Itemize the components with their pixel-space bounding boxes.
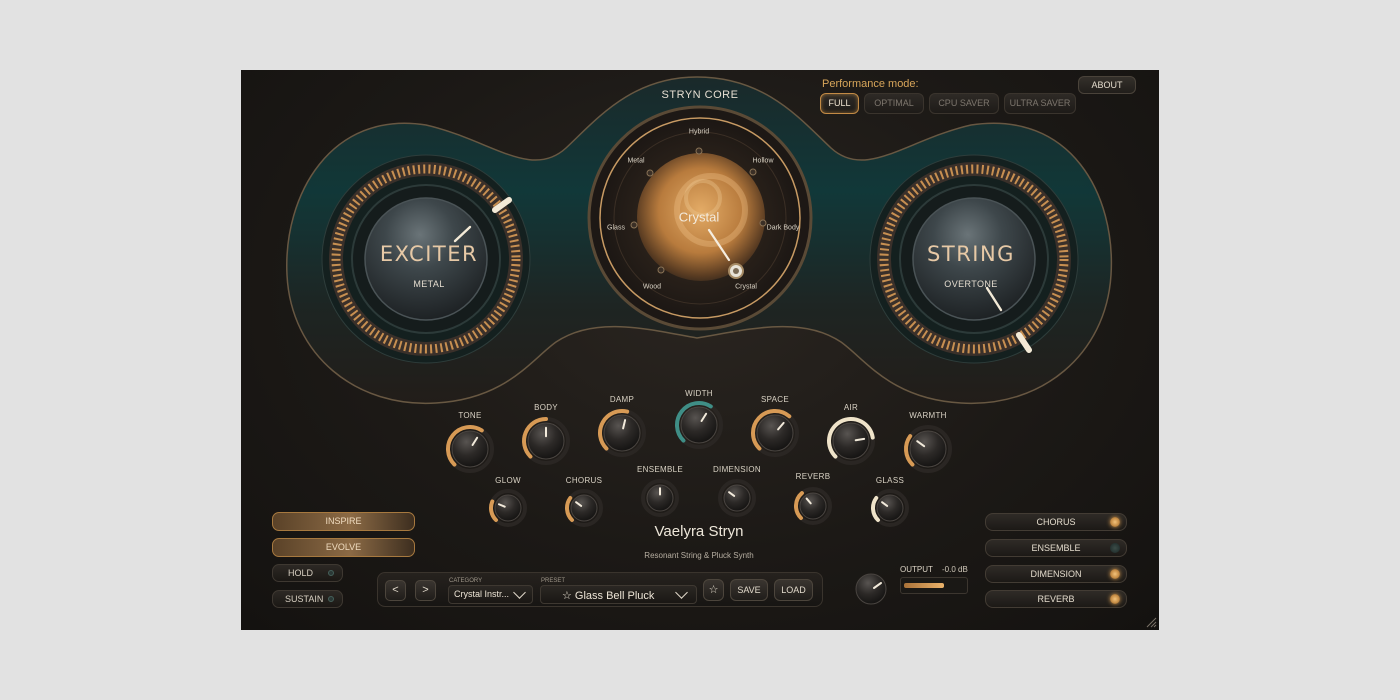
fx-ensemble-led — [1110, 543, 1120, 553]
fx-ensemble-label: ENSEMBLE — [1031, 543, 1081, 553]
knob-ensemble[interactable] — [640, 478, 680, 518]
favorite-star-icon[interactable]: ☆ — [703, 579, 724, 601]
string-title: STRING — [927, 242, 1015, 266]
sustain-button[interactable]: SUSTAIN — [272, 590, 343, 608]
preset-bar: < > CATEGORY Crystal Instr... PRESET ☆ G… — [377, 572, 823, 607]
knob-reverb[interactable] — [793, 486, 833, 526]
knob-warmth[interactable] — [903, 424, 953, 474]
output-label: OUTPUT — [900, 565, 933, 574]
hold-label: HOLD — [288, 568, 314, 578]
knob-label-damp: DAMP — [609, 395, 635, 404]
core-title: STRYN CORE — [661, 89, 739, 101]
category-value: Crystal Instr... — [454, 589, 510, 599]
fx-dimension-toggle[interactable]: DIMENSION — [985, 565, 1127, 583]
category-caption: CATEGORY — [449, 578, 483, 584]
fx-dimension-led — [1110, 569, 1120, 579]
exciter-title: EXCITER — [379, 242, 479, 266]
hold-indicator — [328, 570, 334, 576]
fx-chorus-label: CHORUS — [1036, 517, 1076, 527]
fx-chorus-led — [1110, 517, 1120, 527]
core-node-dark-body[interactable]: Dark Body — [767, 225, 800, 232]
resize-grip-icon[interactable] — [1145, 616, 1157, 628]
plugin-window: STRYN CORE Crystal Hybrid Hollow Dark Bo… — [241, 70, 1159, 630]
knob-label-width: WIDTH — [685, 389, 713, 398]
chevron-down-icon — [513, 586, 526, 599]
fx-dimension-label: DIMENSION — [1030, 569, 1082, 579]
inspire-button[interactable]: INSPIRE — [272, 512, 415, 531]
knob-pointer-air — [854, 437, 866, 442]
knob-damp[interactable] — [597, 408, 647, 458]
core-node-crystal[interactable]: Crystal — [735, 284, 757, 291]
knob-chorus[interactable] — [564, 488, 604, 528]
output-meter-fill — [904, 583, 944, 588]
knob-width[interactable] — [674, 400, 724, 450]
fx-reverb-led — [1110, 594, 1120, 604]
preset-value: ☆ Glass Bell Pluck — [562, 590, 655, 602]
knob-glass[interactable] — [870, 488, 910, 528]
knob-label-air: AIR — [843, 403, 859, 412]
knob-glow[interactable] — [488, 488, 528, 528]
knob-label-reverb: REVERB — [795, 472, 831, 481]
knob-label-warmth: WARMTH — [909, 411, 947, 420]
core-node-metal[interactable]: Metal — [627, 158, 644, 165]
string-value: OVERTONE — [944, 279, 998, 289]
prev-preset-button[interactable]: < — [385, 580, 406, 601]
product-subtitle: Resonant String & Pluck Synth — [644, 551, 754, 560]
fx-chorus-toggle[interactable]: CHORUS — [985, 513, 1127, 531]
knob-body[interactable] — [521, 416, 571, 466]
knob-label-ensemble: ENSEMBLE — [637, 465, 683, 474]
perf-mode-full[interactable]: FULL — [820, 93, 859, 114]
preset-dropdown[interactable]: ☆ Glass Bell Pluck — [540, 585, 697, 604]
evolve-button[interactable]: EVOLVE — [272, 538, 415, 557]
core-node-hybrid[interactable]: Hybrid — [689, 129, 709, 136]
core-node-glass[interactable]: Glass — [607, 225, 625, 232]
load-button[interactable]: LOAD — [774, 579, 813, 601]
output-value: -0.0 dB — [942, 565, 968, 574]
product-title: Vaelyra Stryn — [654, 523, 744, 540]
knob-air[interactable] — [826, 416, 876, 466]
about-button[interactable]: ABOUT — [1078, 76, 1136, 94]
category-dropdown[interactable]: Crystal Instr... — [448, 585, 533, 604]
knob-label-space: SPACE — [760, 395, 790, 404]
preset-caption: PRESET — [541, 578, 566, 584]
hold-button[interactable]: HOLD — [272, 564, 343, 582]
perf-mode-optimal[interactable]: OPTIMAL — [864, 93, 924, 114]
chevron-down-icon — [675, 586, 688, 599]
next-preset-button[interactable]: > — [415, 580, 436, 601]
output-meter — [900, 577, 968, 594]
knob-label-dimension: DIMENSION — [712, 465, 762, 474]
knob-label-glass: GLASS — [875, 476, 905, 485]
performance-mode-label: Performance mode: — [822, 78, 919, 90]
perf-mode-cpu-saver[interactable]: CPU SAVER — [929, 93, 999, 114]
perf-mode-ultra-saver[interactable]: ULTRA SAVER — [1004, 93, 1076, 114]
knob-label-chorus: CHORUS — [565, 476, 603, 485]
core-node-hollow[interactable]: Hollow — [752, 158, 773, 165]
exciter-value: METAL — [413, 279, 445, 289]
fx-ensemble-toggle[interactable]: ENSEMBLE — [985, 539, 1127, 557]
knob-dimension[interactable] — [717, 478, 757, 518]
knob-label-glow: GLOW — [495, 476, 521, 485]
fx-reverb-toggle[interactable]: REVERB — [985, 590, 1127, 608]
core-selected-label: Crystal — [678, 209, 720, 225]
knob-label-body: BODY — [534, 403, 558, 412]
save-button[interactable]: SAVE — [730, 579, 768, 601]
sustain-label: SUSTAIN — [285, 594, 324, 604]
sustain-indicator — [328, 596, 334, 602]
fx-reverb-label: REVERB — [1037, 594, 1075, 604]
output-knob[interactable] — [854, 572, 888, 606]
knob-tone[interactable] — [445, 424, 495, 474]
core-node-wood[interactable]: Wood — [643, 284, 661, 291]
knob-label-tone: TONE — [458, 411, 482, 420]
knob-space[interactable] — [750, 408, 800, 458]
